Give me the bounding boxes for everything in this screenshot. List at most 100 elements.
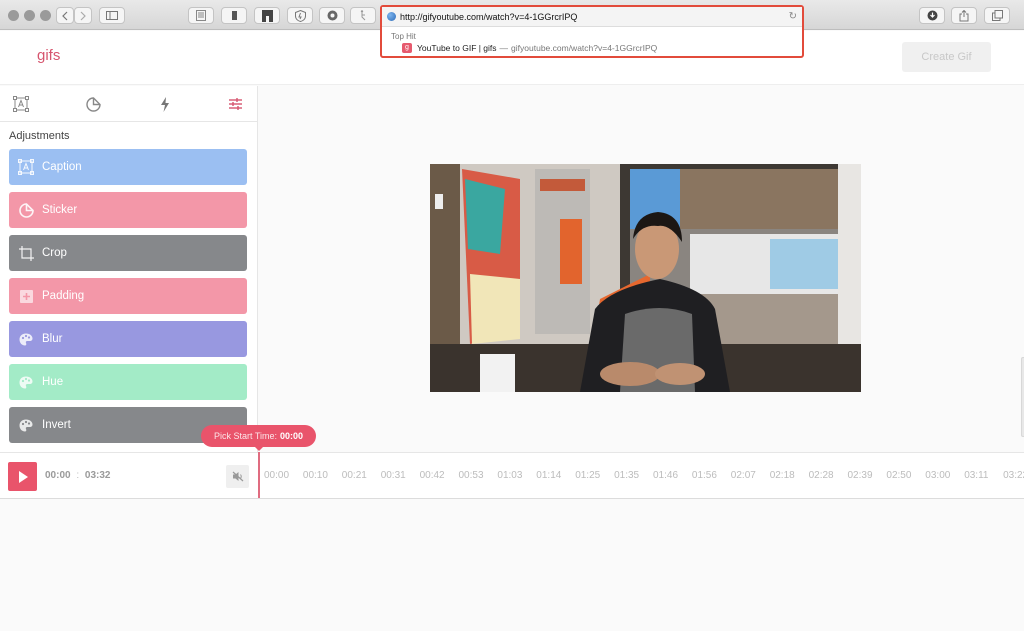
- timeline-tick[interactable]: 02:28: [809, 470, 834, 481]
- playhead[interactable]: [258, 452, 260, 498]
- time-display: 00:00 : 03:32: [45, 470, 111, 481]
- blur-tool-button[interactable]: Blur: [9, 321, 247, 357]
- save-extension-button[interactable]: [254, 7, 280, 24]
- crop-tool-button[interactable]: Crop: [9, 235, 247, 271]
- duration: 03:32: [84, 470, 111, 481]
- tooltip-value: 00:00: [279, 431, 304, 441]
- timeline-tick[interactable]: 03:22: [1003, 470, 1024, 481]
- sticker-icon: [18, 202, 34, 218]
- tooltip-label: Pick Start Time:: [213, 431, 277, 441]
- sidebar-tabs: [0, 86, 257, 122]
- timeline-tick[interactable]: 02:39: [848, 470, 873, 481]
- evernote-button[interactable]: [221, 7, 247, 24]
- tool-label: Caption: [42, 161, 82, 173]
- timeline-tick[interactable]: 00:10: [303, 470, 328, 481]
- timeline-tick[interactable]: 01:14: [536, 470, 561, 481]
- address-bar[interactable]: http://gifyoutube.com/watch?v=4-1GGrcrIP…: [382, 7, 802, 27]
- timeline-tick[interactable]: 00:31: [381, 470, 406, 481]
- show-tabs-button[interactable]: [984, 7, 1010, 24]
- address-bar-dropdown: http://gifyoutube.com/watch?v=4-1GGrcrIP…: [380, 5, 804, 58]
- text-box-icon: [13, 96, 29, 112]
- timeline-tick[interactable]: 03:11: [964, 470, 988, 481]
- text-box-icon: [18, 159, 34, 175]
- shield-extension-button[interactable]: [287, 7, 313, 24]
- url-input[interactable]: http://gifyoutube.com/watch?v=4-1GGrcrIP…: [400, 12, 577, 22]
- grammarly-icon: [327, 10, 337, 21]
- back-icon: [62, 11, 68, 20]
- lightning-icon: [161, 96, 169, 112]
- timeline-tick[interactable]: 01:56: [692, 470, 717, 481]
- timeline-tick[interactable]: 00:00: [264, 470, 289, 481]
- tab-adjustments[interactable]: [226, 95, 244, 113]
- app-logo[interactable]: gifs: [37, 47, 60, 64]
- accessibility-button[interactable]: [350, 7, 376, 24]
- section-title: Adjustments: [9, 130, 70, 142]
- video-frame[interactable]: [430, 164, 861, 392]
- timeline-tick[interactable]: 01:25: [575, 470, 600, 481]
- minimize-window-button[interactable]: [24, 10, 35, 21]
- back-button[interactable]: [56, 7, 74, 24]
- tool-label: Hue: [42, 376, 64, 388]
- timeline-tick[interactable]: 02:18: [770, 470, 795, 481]
- download-icon: [927, 10, 937, 21]
- evernote-icon: [231, 11, 237, 20]
- sliders-icon: [228, 98, 242, 110]
- timeline-tick[interactable]: 02:50: [886, 470, 911, 481]
- start-time-tooltip: Pick Start Time: 00:00: [201, 425, 316, 451]
- share-button[interactable]: [951, 7, 977, 24]
- timeline-tick[interactable]: 00:42: [420, 470, 445, 481]
- plus-square-icon: [18, 288, 34, 304]
- shield-icon: [294, 9, 306, 22]
- mute-button[interactable]: [226, 465, 249, 488]
- tool-label: Sticker: [42, 204, 78, 216]
- tools-sidebar: Adjustments Caption Sticker Crop Padding…: [0, 86, 258, 452]
- sidebar-toggle-button[interactable]: [99, 7, 125, 24]
- timeline-tick[interactable]: 00:53: [459, 470, 484, 481]
- accessibility-icon: [360, 10, 366, 21]
- sticker-icon: [85, 96, 101, 112]
- palette-icon: [18, 331, 34, 347]
- forward-button[interactable]: [74, 7, 92, 24]
- timeline-tick[interactable]: 01:46: [653, 470, 678, 481]
- suggestions-header: Top Hit: [391, 32, 416, 41]
- tab-sticker[interactable]: [84, 95, 102, 113]
- timeline-tick[interactable]: 00:21: [342, 470, 367, 481]
- globe-icon: [387, 12, 396, 21]
- hue-tool-button[interactable]: Hue: [9, 364, 247, 400]
- forward-icon: [80, 11, 86, 20]
- palette-icon: [18, 374, 34, 390]
- create-gif-button[interactable]: Create Gif: [902, 42, 991, 72]
- reader-button[interactable]: [188, 7, 214, 24]
- timeline-tick[interactable]: 01:35: [614, 470, 639, 481]
- tabs-icon: [991, 10, 1003, 21]
- suggestion-url: gifyoutube.com/watch?v=4-1GGrcrIPQ: [511, 43, 658, 53]
- close-window-button[interactable]: [8, 10, 19, 21]
- play-button[interactable]: [8, 462, 37, 491]
- tool-label: Crop: [42, 247, 67, 259]
- top-hit-suggestion[interactable]: g YouTube to GIF | gifs — gifyoutube.com…: [382, 41, 802, 53]
- play-icon: [18, 470, 28, 483]
- time-separator: :: [76, 470, 80, 481]
- suggestion-separator: —: [499, 43, 509, 53]
- timeline-tick[interactable]: 02:07: [731, 470, 756, 481]
- sticker-tool-button[interactable]: Sticker: [9, 192, 247, 228]
- zoom-window-button[interactable]: [40, 10, 51, 21]
- timeline-tick[interactable]: 03:00: [925, 470, 950, 481]
- reload-icon[interactable]: ↻: [789, 11, 797, 22]
- tab-caption[interactable]: [12, 95, 30, 113]
- sidebar-icon: [106, 11, 118, 20]
- caption-tool-button[interactable]: Caption: [9, 149, 247, 185]
- tab-effects[interactable]: [156, 95, 174, 113]
- timeline-tick[interactable]: 01:03: [497, 470, 522, 481]
- preview-area: [259, 86, 1024, 452]
- padding-tool-button[interactable]: Padding: [9, 278, 247, 314]
- reader-icon: [196, 10, 206, 21]
- palette-icon: [18, 417, 34, 433]
- downloads-button[interactable]: [919, 7, 945, 24]
- tool-label: Invert: [42, 419, 71, 431]
- grammarly-button[interactable]: [319, 7, 345, 24]
- share-icon: [959, 9, 969, 21]
- suggestion-title: YouTube to GIF | gifs: [417, 43, 497, 53]
- site-favicon-icon: g: [402, 43, 412, 53]
- speaker-muted-icon: [232, 471, 243, 482]
